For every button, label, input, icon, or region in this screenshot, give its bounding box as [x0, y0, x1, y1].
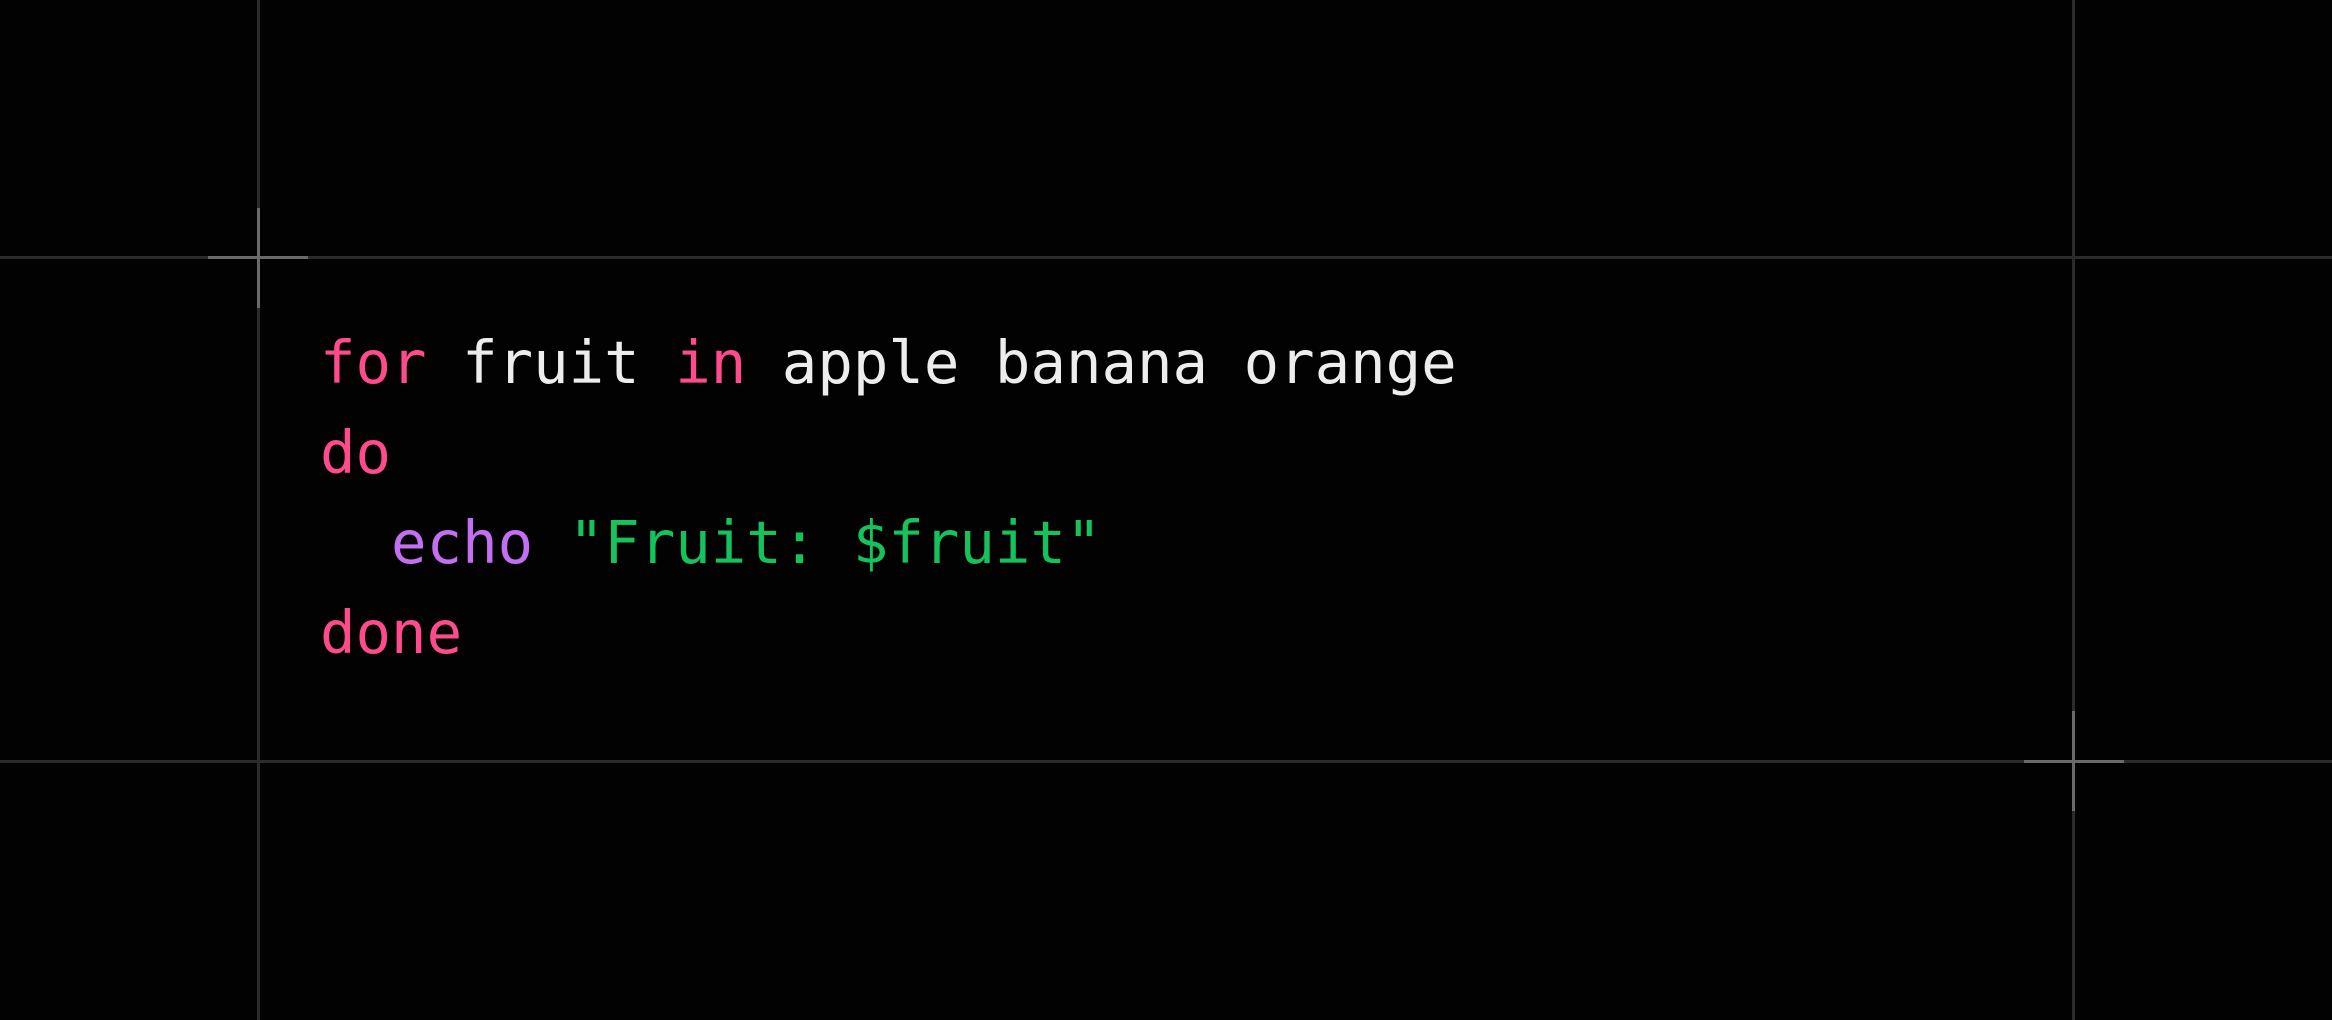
code-line-3: echo "Fruit: $fruit" [320, 498, 1457, 588]
string-token: "Fruit: $fruit" [568, 508, 1102, 577]
indent-token [320, 508, 391, 577]
crosshair-top-left-vertical [257, 208, 260, 308]
code-block: for fruit in apple banana orange do echo … [320, 318, 1457, 678]
code-line-4: done [320, 588, 1457, 678]
keyword-token: in [675, 328, 747, 397]
plain-token: fruit [426, 328, 676, 397]
code-line-1: for fruit in apple banana orange [320, 318, 1457, 408]
plain-token: apple banana orange [746, 328, 1457, 397]
keyword-token: do [320, 418, 392, 487]
code-line-2: do [320, 408, 1457, 498]
grid-line-bottom [0, 760, 2332, 763]
builtin-token: echo [391, 508, 534, 577]
grid-line-right [2072, 0, 2075, 1020]
keyword-token: for [320, 328, 427, 397]
keyword-token: done [320, 598, 463, 667]
crosshair-bottom-right-vertical [2072, 711, 2075, 811]
grid-line-left [257, 0, 260, 1020]
grid-line-top [0, 256, 2332, 259]
